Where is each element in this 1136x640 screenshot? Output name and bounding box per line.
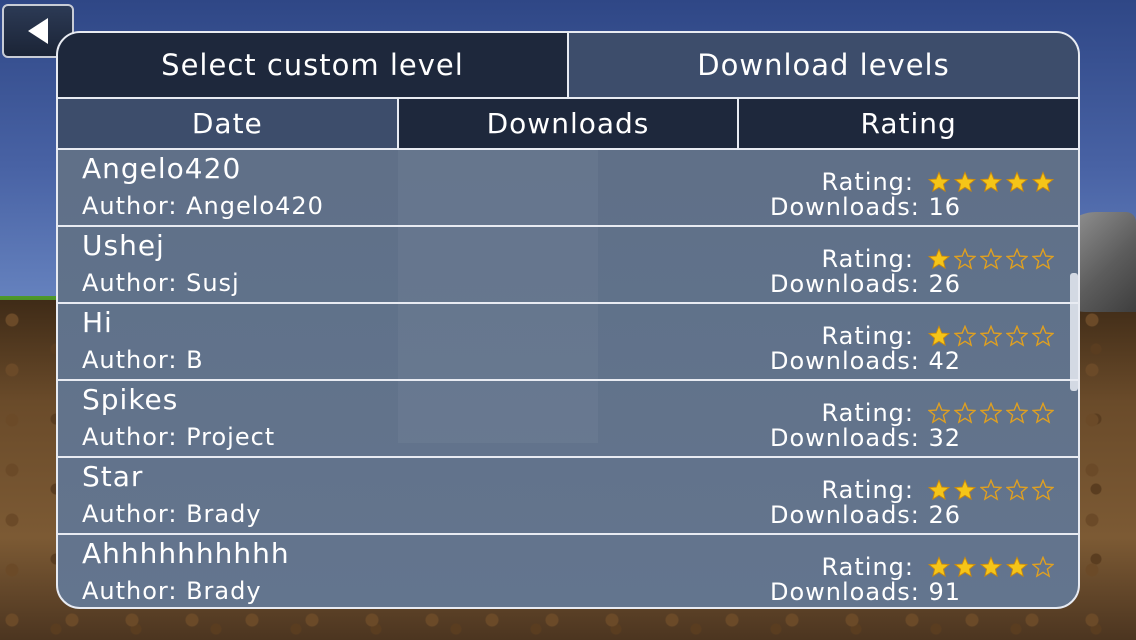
sort-tab-date-label: Date: [191, 107, 263, 140]
level-author: Author: B: [82, 346, 204, 374]
level-row[interactable]: Spikes Author: Project Rating: Downloads: 3…: [58, 381, 1078, 458]
level-title: Hi: [82, 306, 113, 339]
star-filled-icon: [954, 171, 976, 193]
level-title: Star: [82, 460, 144, 493]
level-row[interactable]: Angelo420 Author: Angelo420 Rating: Downloa…: [58, 150, 1078, 227]
rating-label: Rating:: [821, 168, 914, 196]
star-empty-icon: [954, 248, 976, 270]
scrollbar[interactable]: [1070, 273, 1078, 391]
back-arrow-icon: [28, 18, 48, 44]
star-filled-icon: [928, 556, 950, 578]
star-empty-icon: [1032, 325, 1054, 347]
rating-stars: [924, 479, 1054, 501]
sort-tab-rating-label: Rating: [860, 107, 957, 140]
sort-tab-downloads[interactable]: Downloads: [396, 99, 738, 148]
level-rating: Rating:: [822, 399, 1054, 427]
level-downloads: Downloads: 26: [770, 270, 962, 298]
star-filled-icon: [928, 479, 950, 501]
level-author: Author: Project: [82, 423, 276, 451]
star-empty-icon: [980, 479, 1002, 501]
level-title: Spikes: [82, 383, 179, 416]
level-title: Angelo420: [82, 152, 242, 185]
star-filled-icon: [1032, 171, 1054, 193]
level-row[interactable]: Ahhhhhhhhhh Author: Brady Rating: Downloads…: [58, 535, 1078, 607]
level-downloads: Downloads: 16: [770, 193, 962, 221]
rating-stars: [924, 325, 1054, 347]
star-empty-icon: [954, 402, 976, 424]
level-author: Author: Brady: [82, 500, 262, 528]
rating-stars: [924, 556, 1054, 578]
tab-select-custom-level[interactable]: Select custom level: [58, 33, 567, 97]
star-filled-icon: [980, 171, 1002, 193]
sort-tabs: Date Downloads Rating: [58, 97, 1078, 148]
star-empty-icon: [1032, 402, 1054, 424]
star-empty-icon: [1006, 402, 1028, 424]
level-downloads: Downloads: 26: [770, 501, 962, 529]
rating-stars: [924, 171, 1054, 193]
level-author: Author: Susj: [82, 269, 240, 297]
star-empty-icon: [1006, 479, 1028, 501]
star-empty-icon: [980, 248, 1002, 270]
level-rating: Rating:: [822, 245, 1054, 273]
level-author: Author: Brady: [82, 577, 262, 605]
rating-label: Rating:: [821, 399, 914, 427]
star-empty-icon: [1032, 248, 1054, 270]
star-filled-icon: [928, 171, 950, 193]
level-row[interactable]: Star Author: Brady Rating: Downloads: 26: [58, 458, 1078, 535]
rating-label: Rating:: [821, 476, 914, 504]
star-filled-icon: [1006, 171, 1028, 193]
star-empty-icon: [1006, 248, 1028, 270]
main-tabs: Select custom level Download levels: [58, 33, 1078, 97]
level-row[interactable]: Ushej Author: Susj Rating: Downloads: 26: [58, 227, 1078, 304]
sort-tab-date[interactable]: Date: [58, 99, 397, 148]
rating-label: Rating:: [821, 245, 914, 273]
level-row[interactable]: Hi Author: B Rating: Downloads: 42: [58, 304, 1078, 381]
star-empty-icon: [1032, 556, 1054, 578]
tab-download-levels-label: Download levels: [697, 48, 950, 82]
star-empty-icon: [928, 402, 950, 424]
tab-download-levels[interactable]: Download levels: [567, 33, 1078, 97]
level-author: Author: Angelo420: [82, 192, 324, 220]
tab-select-custom-level-label: Select custom level: [161, 48, 464, 82]
level-downloads: Downloads: 91: [770, 578, 962, 606]
level-downloads: Downloads: 32: [770, 424, 962, 452]
level-browser-panel: Select custom level Download levels Date…: [56, 31, 1080, 609]
star-empty-icon: [980, 325, 1002, 347]
star-filled-icon: [980, 556, 1002, 578]
star-filled-icon: [928, 325, 950, 347]
star-empty-icon: [954, 325, 976, 347]
star-filled-icon: [1006, 556, 1028, 578]
star-filled-icon: [954, 479, 976, 501]
star-empty-icon: [980, 402, 1002, 424]
sort-tab-downloads-label: Downloads: [486, 107, 650, 140]
level-downloads: Downloads: 42: [770, 347, 962, 375]
rating-stars: [924, 248, 1054, 270]
rating-stars: [924, 402, 1054, 424]
level-rating: Rating:: [822, 476, 1054, 504]
level-title: Ushej: [82, 229, 165, 262]
star-filled-icon: [954, 556, 976, 578]
sort-tab-rating[interactable]: Rating: [737, 99, 1078, 148]
rating-label: Rating:: [821, 553, 914, 581]
star-empty-icon: [1032, 479, 1054, 501]
star-empty-icon: [1006, 325, 1028, 347]
level-title: Ahhhhhhhhhh: [82, 537, 290, 570]
level-list[interactable]: Angelo420 Author: Angelo420 Rating: Downloa…: [58, 148, 1078, 607]
rating-label: Rating:: [821, 322, 914, 350]
level-rating: Rating:: [822, 553, 1054, 581]
level-rating: Rating:: [822, 168, 1054, 196]
level-rating: Rating:: [822, 322, 1054, 350]
star-filled-icon: [928, 248, 950, 270]
